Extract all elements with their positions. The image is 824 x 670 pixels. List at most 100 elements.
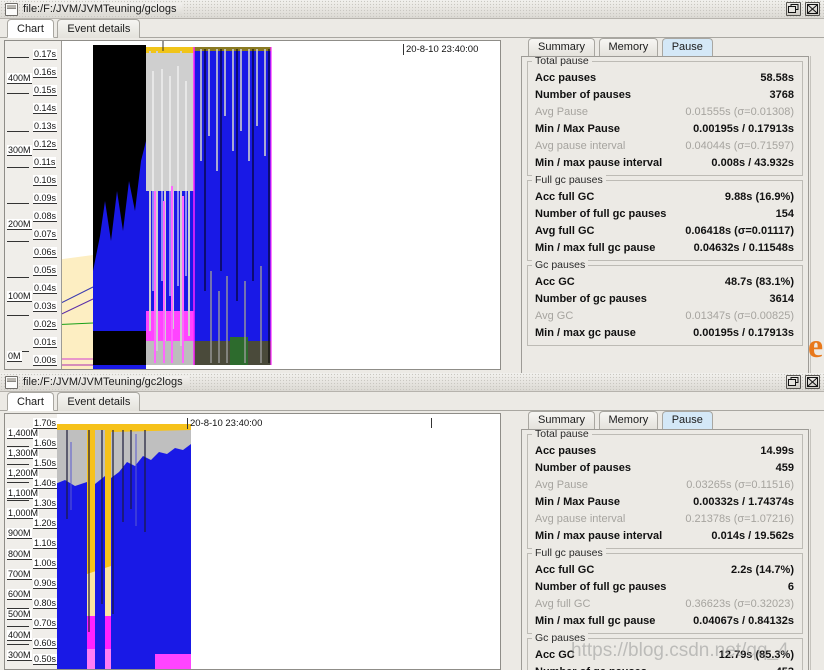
group-title: Total pause [532,57,592,67]
stats-tabstrip: Summary Memory Pause [513,411,819,429]
stat-value: 0.008s / 43.932s [711,156,794,169]
axis-mem-tick: 700M [7,569,32,580]
axis-mem-tick: 600M [7,589,32,600]
stats-panel: Summary Memory Pause Total pause Acc pau… [513,38,819,373]
axis-time-tick: 0.16s [33,67,58,78]
stat-row: Avg pause interval 0.04044s (σ=0.71597) [528,137,802,154]
stat-label: Min / max pause interval [535,156,663,169]
stat-label: Avg Pause [535,105,589,118]
axis-time-tick: 0.70s [33,618,58,629]
stat-value: 0.01347s (σ=0.00825) [685,309,794,322]
stat-value: 48.7s (83.1%) [724,275,794,288]
tab-summary[interactable]: Summary [528,411,596,429]
close-button[interactable] [805,2,820,16]
stat-label: Min / Max Pause [535,122,620,135]
split-divider[interactable] [503,38,511,373]
axis-time-tick: 0.50s [33,654,58,665]
chart-timestamp-label: 20-8-10 23:40:00 [403,44,478,55]
stat-row: Avg Pause 0.01555s (σ=0.01308) [528,103,802,120]
stat-label: Number of gc pauses [535,665,647,670]
group-title: Full gc pauses [532,547,606,559]
stats-scrollbar[interactable] [810,56,819,373]
stat-row: Acc full GC 9.88s (16.9%) [528,188,802,205]
restore-icon [788,377,799,386]
group-title: Gc pauses [532,632,589,644]
group-title: Full gc pauses [532,174,606,186]
tab-chart[interactable]: Chart [7,392,54,411]
stat-row: Min / max full gc pause 0.04067s / 0.841… [528,612,802,629]
stat-value: 0.04044s (σ=0.71597) [685,139,794,152]
tab-event-details[interactable]: Event details [57,392,141,411]
gc-chart-series [5,41,272,369]
axis-time-tick: 1.00s [33,558,58,569]
stat-label: Min / max pause interval [535,529,663,542]
stat-row: Number of gc pauses 453 [528,663,802,670]
window-titlebar[interactable]: file:/F:/JVM/JVMTeuning/gclogs [0,0,824,19]
stat-label: Number of gc pauses [535,292,647,305]
axis-mem-tick: 300M [7,650,32,661]
close-button[interactable] [805,375,820,389]
tab-summary[interactable]: Summary [528,38,596,56]
axis-mem-tick: 0M [7,351,22,362]
stat-row: Acc pauses 58.58s [528,69,802,86]
close-icon [807,4,818,14]
stat-value: 6 [787,580,794,593]
stat-label: Min / Max Pause [535,495,620,508]
axis-time-tick: 0.80s [33,598,58,609]
window-controls [786,2,820,16]
stat-row: Number of full gc pauses 154 [528,205,802,222]
tab-chart[interactable]: Chart [7,19,54,38]
axis-time-tick: 0.08s [33,211,58,222]
screen: file:/F:/JVM/JVMTeuning/gclogs Chart Eve… [0,0,824,670]
axis-time-tick: 0.01s [33,337,58,348]
stats-scrollbar[interactable] [810,429,819,670]
axis-time-tick: 1.20s [33,518,58,529]
stat-value: 0.00332s / 1.74374s [693,495,794,508]
window-title: file:/F:/JVM/JVMTeuning/gclogs [23,3,183,15]
tab-event-details[interactable]: Event details [57,19,141,38]
restore-button[interactable] [786,2,801,16]
group-title: Gc pauses [532,259,589,271]
tab-pause[interactable]: Pause [661,38,713,56]
window-titlebar[interactable]: file:/F:/JVM/JVMTeuning/gc2logs [0,373,824,392]
axis-mem-tick: 800M [7,549,32,560]
axis-time-tick: 0.05s [33,265,58,276]
stat-value: 154 [775,207,794,220]
axis-time-tick: 1.50s [33,458,58,469]
window-body: 400M 300M 200M 100M 0M 0.17s 0.16s 0.15s… [0,38,824,373]
axis-mem-tick: 900M [7,528,32,539]
stat-row: Avg GC 0.01347s (σ=0.00825) [528,307,802,324]
tab-memory[interactable]: Memory [598,411,659,429]
axis-time-tick: 1.70s [33,418,58,429]
window-tabstrip: Chart Event details [0,19,824,38]
stat-row: Acc GC 48.7s (83.1%) [528,273,802,290]
axis-mem-tick: 300M [7,145,32,156]
axis-time-tick: 0.04s [33,283,58,294]
gc-chart-panel[interactable]: 1,400M 1,300M 1,200M 1,100M 1,000M 900M … [4,413,501,670]
chart-timestamp-label: 20-8-10 23:40:00 [187,418,262,429]
stat-label: Number of pauses [535,88,631,101]
stat-label: Avg pause interval [535,139,626,152]
axis-time-tick: 0.12s [33,139,58,150]
stat-value: 0.21378s (σ=1.07216) [685,512,794,525]
stat-label: Avg Pause [535,478,589,491]
stat-row: Avg pause interval 0.21378s (σ=1.07216) [528,510,802,527]
window-icon [5,375,18,389]
tab-pause[interactable]: Pause [661,411,713,429]
split-divider[interactable] [503,411,511,670]
stat-row: Min / max gc pause 0.00195s / 0.17913s [528,324,802,341]
restore-button[interactable] [786,375,801,389]
axis-time-tick: 0.13s [33,121,58,132]
gc-chart-panel[interactable]: 400M 300M 200M 100M 0M 0.17s 0.16s 0.15s… [4,40,501,370]
tab-memory[interactable]: Memory [598,38,659,56]
chart-tick-marker [431,418,432,428]
gc-chart-series [25,424,191,669]
close-icon [807,377,818,387]
stat-row: Avg full GC 0.36623s (σ=0.32023) [528,595,802,612]
gc-chart-plot: 400M 300M 200M 100M 0M 0.17s 0.16s 0.15s… [5,41,500,369]
chart-axis-left: 400M 300M 200M 100M 0M 0.17s 0.16s 0.15s… [5,41,62,369]
stat-label: Acc GC [535,648,575,661]
window-tabstrip: Chart Event details [0,392,824,411]
internet-explorer-icon[interactable]: e [808,330,823,364]
stats-content: Total pause Acc pauses 58.58s Number of … [521,56,809,373]
